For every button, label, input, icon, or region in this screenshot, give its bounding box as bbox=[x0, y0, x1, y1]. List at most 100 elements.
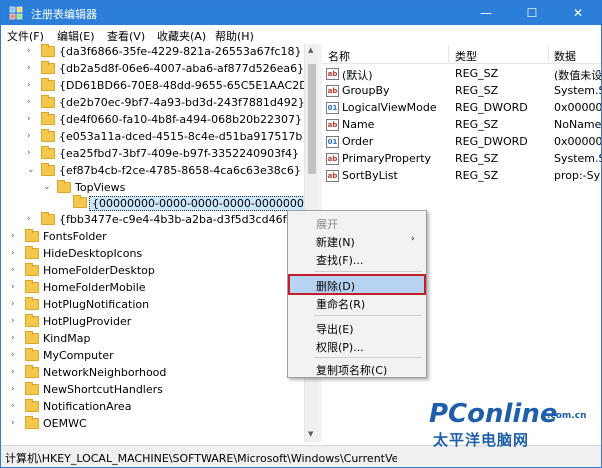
value-type: REG_DWORD bbox=[455, 101, 528, 114]
chevron-right-icon: › bbox=[411, 234, 415, 244]
registry-path: 计算机\HKEY_LOCAL_MACHINE\SOFTWARE\Microsof… bbox=[5, 452, 397, 465]
chevron-down-icon[interactable]: ⌄ bbox=[43, 182, 51, 192]
value-data: System.S bbox=[554, 84, 601, 97]
key-tree-pane[interactable]: › {da3f6866-35fe-4229-821a-26553a67fc18}… bbox=[1, 44, 317, 442]
column-divider[interactable] bbox=[548, 46, 549, 62]
ctx-export[interactable]: 导出(E) bbox=[290, 319, 424, 336]
maximize-button[interactable]: ☐ bbox=[509, 1, 555, 25]
chevron-right-icon[interactable]: › bbox=[11, 333, 15, 343]
ctx-delete[interactable]: 删除(D) bbox=[288, 274, 426, 295]
scroll-down-arrow-icon[interactable]: ▼ bbox=[308, 430, 313, 438]
tree-item-label: {ef87b4cb-f2ce-4785-8658-4ca6c63e38c6} bbox=[59, 164, 301, 177]
ctx-new[interactable]: 新建(N) › bbox=[290, 232, 424, 249]
column-header-name[interactable]: 名称 bbox=[328, 48, 350, 64]
folder-icon bbox=[25, 314, 39, 327]
value-type: REG_SZ bbox=[455, 67, 499, 80]
value-type: REG_SZ bbox=[455, 118, 499, 131]
chevron-right-icon[interactable]: › bbox=[27, 46, 31, 56]
context-menu: 展开 新建(N) › 查找(F)... 删除(D) 重命名(R) 导出(E) 权… bbox=[287, 210, 427, 378]
menu-help[interactable]: 帮助(H) bbox=[215, 28, 254, 44]
string-value-icon: ab bbox=[326, 153, 339, 165]
tree-item-label: HomeFolderMobile bbox=[43, 281, 146, 294]
folder-icon bbox=[25, 280, 39, 293]
chevron-right-icon[interactable]: › bbox=[27, 114, 31, 124]
title-bar[interactable]: 注册表编辑器 — ☐ ✕ bbox=[1, 1, 601, 25]
chevron-right-icon[interactable]: › bbox=[11, 350, 15, 360]
folder-icon bbox=[41, 44, 55, 57]
tree-item-label: {de2b70ec-9bf7-4a93-bd3d-243f7881d492} bbox=[59, 96, 305, 109]
ctx-permissions[interactable]: 权限(P)... bbox=[290, 337, 424, 354]
value-name: Order bbox=[342, 135, 374, 148]
ctx-copy-key-name[interactable]: 复制项名称(C) bbox=[290, 360, 424, 377]
folder-icon bbox=[41, 95, 55, 108]
value-row[interactable]: ab GroupBy REG_SZ System.S bbox=[322, 83, 601, 100]
folder-icon bbox=[41, 61, 55, 74]
value-row[interactable]: ab (默认) REG_SZ (数值未设 bbox=[322, 66, 601, 83]
tree-item-label: {fbb3477e-c9e4-4b3b-a2ba-d3f5d3cd46f9} bbox=[59, 213, 301, 226]
folder-icon bbox=[25, 382, 39, 395]
value-data: prop:-Sy bbox=[554, 169, 601, 182]
ctx-expand[interactable]: 展开 bbox=[290, 214, 424, 231]
menu-view[interactable]: 查看(V) bbox=[107, 28, 145, 44]
chevron-down-icon[interactable]: ⌄ bbox=[27, 165, 35, 175]
value-type: REG_SZ bbox=[455, 169, 499, 182]
folder-icon bbox=[25, 297, 39, 310]
minimize-button[interactable]: — bbox=[463, 1, 509, 25]
tree-item-label: {de4f0660-fa10-4b8f-a494-068b20b22307} bbox=[59, 113, 303, 126]
string-value-icon: ab bbox=[326, 85, 339, 97]
chevron-right-icon[interactable]: › bbox=[11, 367, 15, 377]
value-name: GroupBy bbox=[342, 84, 390, 97]
menu-favorites[interactable]: 收藏夹(A) bbox=[157, 28, 206, 44]
values-header: 名称 类型 数据 bbox=[322, 44, 601, 64]
value-row[interactable]: 01 LogicalViewMode REG_DWORD 0x000000 bbox=[322, 100, 601, 117]
chevron-right-icon[interactable]: › bbox=[27, 214, 31, 224]
scrollbar-thumb[interactable] bbox=[308, 64, 316, 174]
folder-icon bbox=[25, 331, 39, 344]
window-title: 注册表编辑器 bbox=[31, 8, 97, 21]
brand-main-text: PConline bbox=[429, 399, 558, 429]
brand-sub-text: 太平洋电脑网 bbox=[433, 431, 530, 449]
close-button[interactable]: ✕ bbox=[555, 1, 601, 25]
chevron-right-icon[interactable]: › bbox=[27, 63, 31, 73]
chevron-right-icon[interactable]: › bbox=[11, 299, 15, 309]
value-row[interactable]: ab PrimaryProperty REG_SZ System.S bbox=[322, 151, 601, 168]
tree-item-label: HideDesktopIcons bbox=[43, 247, 143, 260]
menu-file[interactable]: 文件(F) bbox=[7, 28, 44, 44]
chevron-right-icon[interactable]: › bbox=[27, 131, 31, 141]
ctx-rename[interactable]: 重命名(R) bbox=[290, 294, 424, 311]
chevron-right-icon[interactable]: › bbox=[11, 282, 15, 292]
ctx-find[interactable]: 查找(F)... bbox=[290, 250, 424, 267]
column-divider[interactable] bbox=[448, 46, 449, 62]
string-value-icon: ab bbox=[326, 119, 339, 131]
chevron-right-icon[interactable]: › bbox=[11, 418, 15, 428]
value-name: LogicalViewMode bbox=[342, 101, 437, 114]
chevron-right-icon[interactable]: › bbox=[27, 80, 31, 90]
chevron-right-icon[interactable]: › bbox=[27, 97, 31, 107]
chevron-right-icon[interactable]: › bbox=[11, 401, 15, 411]
value-data: (数值未设 bbox=[554, 69, 601, 82]
chevron-right-icon[interactable]: › bbox=[11, 231, 15, 241]
tree-item-label: {e053a11a-dced-4515-8c4e-d51ba917517b} bbox=[59, 130, 310, 143]
value-row[interactable]: ab Name REG_SZ NoName bbox=[322, 117, 601, 134]
menu-edit[interactable]: 编辑(E) bbox=[57, 28, 95, 44]
chevron-right-icon[interactable]: › bbox=[27, 148, 31, 158]
tree-item-label: NewShortcutHandlers bbox=[43, 383, 163, 396]
folder-icon bbox=[41, 78, 55, 91]
tree-item-label: {ea25fbd7-3bf7-409e-b97f-3352240903f4} bbox=[59, 147, 299, 160]
ctx-label: 复制项名称(C) bbox=[316, 364, 388, 377]
column-header-data[interactable]: 数据 bbox=[554, 48, 576, 64]
scroll-up-arrow-icon[interactable]: ▲ bbox=[308, 46, 313, 54]
value-row[interactable]: 01 Order REG_DWORD 0x000000 bbox=[322, 134, 601, 151]
column-header-type[interactable]: 类型 bbox=[455, 48, 477, 64]
folder-icon bbox=[41, 129, 55, 142]
folder-icon bbox=[25, 365, 39, 378]
tree-item-label: HotPlugProvider bbox=[43, 315, 132, 328]
chevron-right-icon[interactable]: › bbox=[11, 316, 15, 326]
value-name: Name bbox=[342, 118, 375, 131]
value-row[interactable]: ab SortByList REG_SZ prop:-Sy bbox=[322, 168, 601, 185]
chevron-right-icon[interactable]: › bbox=[11, 248, 15, 258]
chevron-right-icon[interactable]: › bbox=[11, 384, 15, 394]
menu-separator bbox=[314, 271, 422, 272]
folder-icon bbox=[41, 163, 55, 176]
chevron-right-icon[interactable]: › bbox=[11, 265, 15, 275]
